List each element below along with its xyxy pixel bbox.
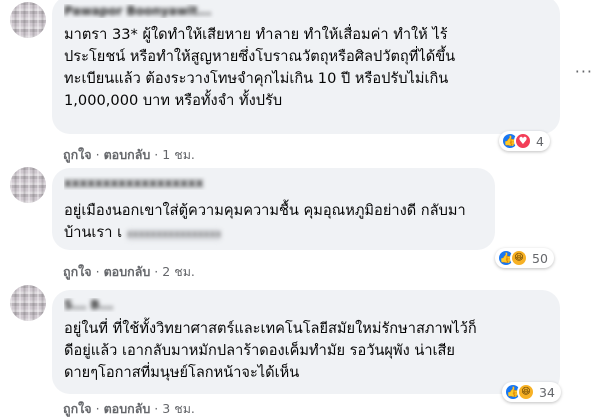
comment-time[interactable]: 2 ชม. (162, 264, 195, 279)
like-link[interactable]: ถูกใจ (63, 264, 92, 279)
comment-time[interactable]: 1 ชม. (162, 147, 195, 162)
comment-text: อยู่เมืองนอกเขาใส่ตู้ความคุมความชื้น คุม… (64, 200, 483, 244)
comment-line: 1,000,000 บาท หรือทั้งจำ ทั้งปรับ (64, 92, 283, 109)
comment-time[interactable]: 3 ชม. (162, 401, 195, 416)
comment-line: อยู่ในที่ ที่ใช้ทั้งวิทยาศาสตร์และเทคโนโ… (64, 320, 477, 337)
separator-dot: · (154, 147, 159, 162)
reply-link[interactable]: ตอบกลับ (104, 401, 151, 416)
comment-line: ดายๆโอกาสที่มนุษย์โลกหน้าจะได้เห็น (64, 364, 300, 381)
love-icon: ♥ (514, 132, 532, 150)
like-link[interactable]: ถูกใจ (63, 401, 92, 416)
comment-line: ประโยชน์ หรือทำให้สูญหายซึ่งโบราณวัตถุหร… (64, 48, 456, 65)
redacted-text: xxxxxxxxxxxxxxxx (126, 229, 222, 241)
comment-actions: ถูกใจ · ตอบกลับ · 1 ชม. (63, 145, 195, 165)
comment-line: ทะเบียนแล้ว ต้องระวางโทษจำคุกไม่เกิน 10 … (64, 70, 449, 87)
reaction-count: 4 (536, 133, 544, 149)
comment-actions: ถูกใจ · ตอบกลับ · 3 ชม. (63, 399, 195, 419)
avatar[interactable] (10, 2, 46, 38)
avatar[interactable] (10, 285, 46, 321)
comment-author[interactable]: xxxxxxxxxxxxxxxxxx (64, 176, 483, 190)
reaction-count: 34 (539, 384, 555, 400)
reaction-count: 50 (532, 250, 548, 266)
comment-text: อยู่ในที่ ที่ใช้ทั้งวิทยาศาสตร์และเทคโนโ… (64, 318, 548, 384)
avatar[interactable] (10, 167, 46, 203)
separator-dot: · (154, 264, 159, 279)
like-link[interactable]: ถูกใจ (63, 147, 92, 162)
comment-actions: ถูกใจ · ตอบกลับ · 2 ชม. (63, 262, 195, 282)
haha-icon: 😆 (517, 383, 535, 401)
comment-text: มาตรา 33* ผู้ใดทำให้เสียหาย ทำลาย ทำให้เ… (64, 24, 548, 112)
separator-dot: · (154, 401, 159, 416)
reply-link[interactable]: ตอบกลับ (104, 264, 151, 279)
haha-icon: 😆 (510, 249, 528, 267)
reaction-summary[interactable]: 👍 😆 34 (502, 382, 561, 402)
reaction-summary[interactable]: 👍 ♥ 4 (499, 131, 550, 151)
more-options-icon[interactable]: ··· (575, 62, 593, 81)
separator-dot: · (95, 264, 100, 279)
comment-author[interactable]: S... B... (64, 298, 548, 312)
comment-line: มาตรา 33* ผู้ใดทำให้เสียหาย ทำลาย ทำให้เ… (64, 26, 448, 43)
comment-line: บ้านเรา เ xxxxxxxxxxxxxxxx (64, 224, 222, 241)
comment-bubble: xxxxxxxxxxxxxxxxxx อยู่เมืองนอกเขาใส่ตู้… (52, 168, 495, 250)
separator-dot: · (95, 147, 100, 162)
comment-author[interactable]: Pawapor Boonyawit... (64, 4, 548, 18)
separator-dot: · (95, 401, 100, 416)
comment-line: อยู่เมืองนอกเขาใส่ตู้ความคุมความชื้น คุม… (64, 202, 466, 219)
reaction-summary[interactable]: 👍 😆 50 (495, 248, 554, 268)
reply-link[interactable]: ตอบกลับ (104, 147, 151, 162)
comment-bubble: S... B... อยู่ในที่ ที่ใช้ทั้งวิทยาศาสตร… (52, 290, 560, 394)
comment-line: ดีอยู่แล้ว เอากลับมาหมักปลาร้าดองเค็มทำม… (64, 342, 455, 359)
comment-bubble: Pawapor Boonyawit... มาตรา 33* ผู้ใดทำให… (52, 0, 560, 134)
